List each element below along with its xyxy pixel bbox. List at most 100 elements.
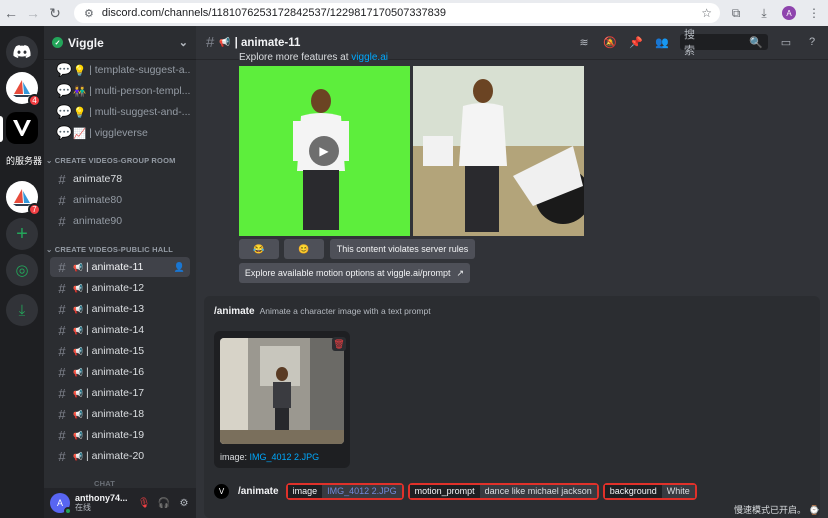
reaction-button-laugh[interactable]: 😂 xyxy=(239,239,279,259)
help-icon[interactable]: ? xyxy=(804,34,820,50)
trash-icon[interactable]: 🗑 xyxy=(332,337,346,351)
server-icon-viggle[interactable] xyxy=(6,112,38,144)
inbox-icon[interactable]: ▭ xyxy=(778,34,794,50)
site-info-icon[interactable]: ⚙ xyxy=(84,7,94,20)
channel-animate-13[interactable]: # 📢 | animate-13 xyxy=(50,299,190,319)
channel-animate-12[interactable]: # 📢 | animate-12 xyxy=(50,278,190,298)
guild-name: Viggle xyxy=(68,35,104,50)
attachment-thumbnail[interactable] xyxy=(220,338,344,444)
channel-animate-19[interactable]: # 📢 | animate-19 xyxy=(50,425,190,445)
attachment-filename: image: IMG_4012 2.JPG xyxy=(220,452,319,462)
channel-label: | animate-20 xyxy=(85,450,145,462)
discord-home-icon[interactable] xyxy=(6,36,38,68)
channel-label: animate90 xyxy=(73,215,123,227)
channel-template-suggest[interactable]: 💬 💡 | template-suggest-a... xyxy=(50,60,190,80)
video-preview-green[interactable]: ▶ xyxy=(239,66,410,236)
command-input[interactable]: V /animate image IMG_4012 2.JPG motion_pr… xyxy=(214,482,697,500)
category-group-room[interactable]: ⌄ CREATE VIDEOS-GROUP ROOM xyxy=(46,156,176,165)
channel-animate-20[interactable]: # 📢 | animate-20 xyxy=(50,446,190,466)
chevron-down-icon: ⌄ xyxy=(178,37,188,49)
server-icon-sail-2[interactable]: 7 xyxy=(6,181,41,216)
address-bar[interactable]: ⚙ discord.com/channels/11810762531728425… xyxy=(74,3,720,23)
violation-button[interactable]: This content violates server rules xyxy=(330,239,475,259)
attachment-card: 🗑 image: IMG_4012 2.JPG xyxy=(214,331,350,468)
channel-emoji: 💡 xyxy=(73,106,87,119)
forward-icon[interactable]: → xyxy=(22,2,44,24)
forum-icon: 💬 xyxy=(56,104,73,119)
command-header: /animate Animate a character image with a… xyxy=(214,306,431,317)
download-apps-icon[interactable]: ⤓ xyxy=(6,294,38,326)
option-background[interactable]: background White xyxy=(602,482,697,500)
play-icon[interactable]: ▶ xyxy=(309,136,339,166)
member-list-icon[interactable]: 👥 xyxy=(654,34,670,50)
slowmode-notice: 慢速模式已开启。 xyxy=(733,505,806,515)
channel-animate-11[interactable]: # 📢 | animate-11 👤 xyxy=(50,257,190,277)
channel-label: | animate-17 xyxy=(85,387,145,399)
option-image[interactable]: image IMG_4012 2.JPG xyxy=(285,482,404,500)
server-icon-sail[interactable]: 4 xyxy=(6,72,41,107)
threads-icon[interactable]: ≋ xyxy=(576,34,592,50)
channel-animate-16[interactable]: # 📢 | animate-16 xyxy=(50,362,190,382)
notification-badge: 7 xyxy=(28,203,41,216)
command-name: /animate xyxy=(214,306,255,317)
channel-multi-person[interactable]: 💬 👫 | multi-person-templ... xyxy=(50,81,190,101)
gear-icon[interactable]: ⚙ xyxy=(176,495,192,511)
channel-viggleverse[interactable]: 💬 📈 | viggleverse xyxy=(50,123,190,143)
megaphone-icon: 📢 xyxy=(219,37,231,47)
reload-icon[interactable]: ↻ xyxy=(44,2,66,24)
download-icon[interactable]: ⤓ xyxy=(754,3,774,23)
channel-animate-17[interactable]: # 📢 | animate-17 xyxy=(50,383,190,403)
bookmark-star-icon[interactable]: ☆ xyxy=(701,6,712,20)
guild-header[interactable]: ✓ Viggle ⌄ xyxy=(44,26,196,60)
forum-icon: 💬 xyxy=(56,125,73,140)
motion-link-label: Explore available motion options at vigg… xyxy=(244,268,451,278)
option-value: IMG_4012 2.JPG xyxy=(322,484,402,498)
file-link[interactable]: IMG_4012 2.JPG xyxy=(250,452,320,462)
reaction-button-smile[interactable]: 😊 xyxy=(284,239,324,259)
image-preview-photo[interactable] xyxy=(413,66,584,236)
hash-icon: # xyxy=(58,301,66,317)
category-chat[interactable]: CHAT xyxy=(94,479,115,488)
menu-dots-icon[interactable]: ⋮ xyxy=(804,3,824,23)
hash-icon: # xyxy=(58,322,66,338)
megaphone-icon: 📢 xyxy=(73,346,83,356)
megaphone-icon: 📢 xyxy=(73,409,83,419)
headphones-icon[interactable]: 🎧 xyxy=(156,495,172,511)
external-link-icon: ↗ xyxy=(456,267,465,278)
notification-bell-muted-icon[interactable]: 🔕 xyxy=(602,34,618,50)
avatar[interactable]: A xyxy=(50,493,72,515)
channel-label: | animate-14 xyxy=(85,324,145,336)
search-placeholder: 搜索 xyxy=(684,29,695,57)
hash-icon: # xyxy=(58,364,66,380)
channel-animate78[interactable]: # animate78 xyxy=(50,169,190,189)
hash-icon: # xyxy=(58,259,66,275)
category-public-hall[interactable]: ⌄ CREATE VIDEOS-PUBLIC HALL xyxy=(46,245,173,254)
pin-icon[interactable]: 📌 xyxy=(628,34,644,50)
explore-compass-icon[interactable]: ◎ xyxy=(6,254,38,286)
viggle-link[interactable]: viggle.ai xyxy=(351,52,388,63)
channel-animate-15[interactable]: # 📢 | animate-15 xyxy=(50,341,190,361)
add-member-icon[interactable]: 👤 xyxy=(174,262,185,273)
channel-animate90[interactable]: # animate90 xyxy=(50,211,190,231)
channel-animate-14[interactable]: # 📢 | animate-14 xyxy=(50,320,190,340)
explore-label: Explore more features at xyxy=(239,52,349,63)
motion-options-link-button[interactable]: Explore available motion options at vigg… xyxy=(239,263,470,283)
browser-toolbar: ← → ↻ ⚙ discord.com/channels/11810762531… xyxy=(0,0,828,26)
option-value: White xyxy=(661,484,695,498)
option-key: motion_prompt xyxy=(409,484,480,498)
selected-pill xyxy=(0,116,3,142)
channel-multi-suggest[interactable]: 💬 💡 | multi-suggest-and-... xyxy=(50,102,190,122)
username[interactable]: anthony74... xyxy=(75,493,128,503)
file-label: image: xyxy=(220,452,248,462)
hash-icon: # xyxy=(58,427,66,443)
profile-avatar[interactable]: A xyxy=(782,6,796,20)
channel-animate-18[interactable]: # 📢 | animate-18 xyxy=(50,404,190,424)
back-icon[interactable]: ← xyxy=(0,2,22,24)
search-input[interactable]: 搜索 🔍 xyxy=(680,29,768,57)
add-server-icon[interactable]: + xyxy=(6,218,38,250)
command-description: Animate a character image with a text pr… xyxy=(259,306,431,316)
option-motion-prompt[interactable]: motion_prompt dance like michael jackson xyxy=(407,482,599,500)
extensions-icon[interactable]: ⧉ xyxy=(726,3,746,23)
channel-animate80[interactable]: # animate80 xyxy=(50,190,190,210)
mute-mic-icon[interactable]: 🎙 xyxy=(136,495,152,511)
